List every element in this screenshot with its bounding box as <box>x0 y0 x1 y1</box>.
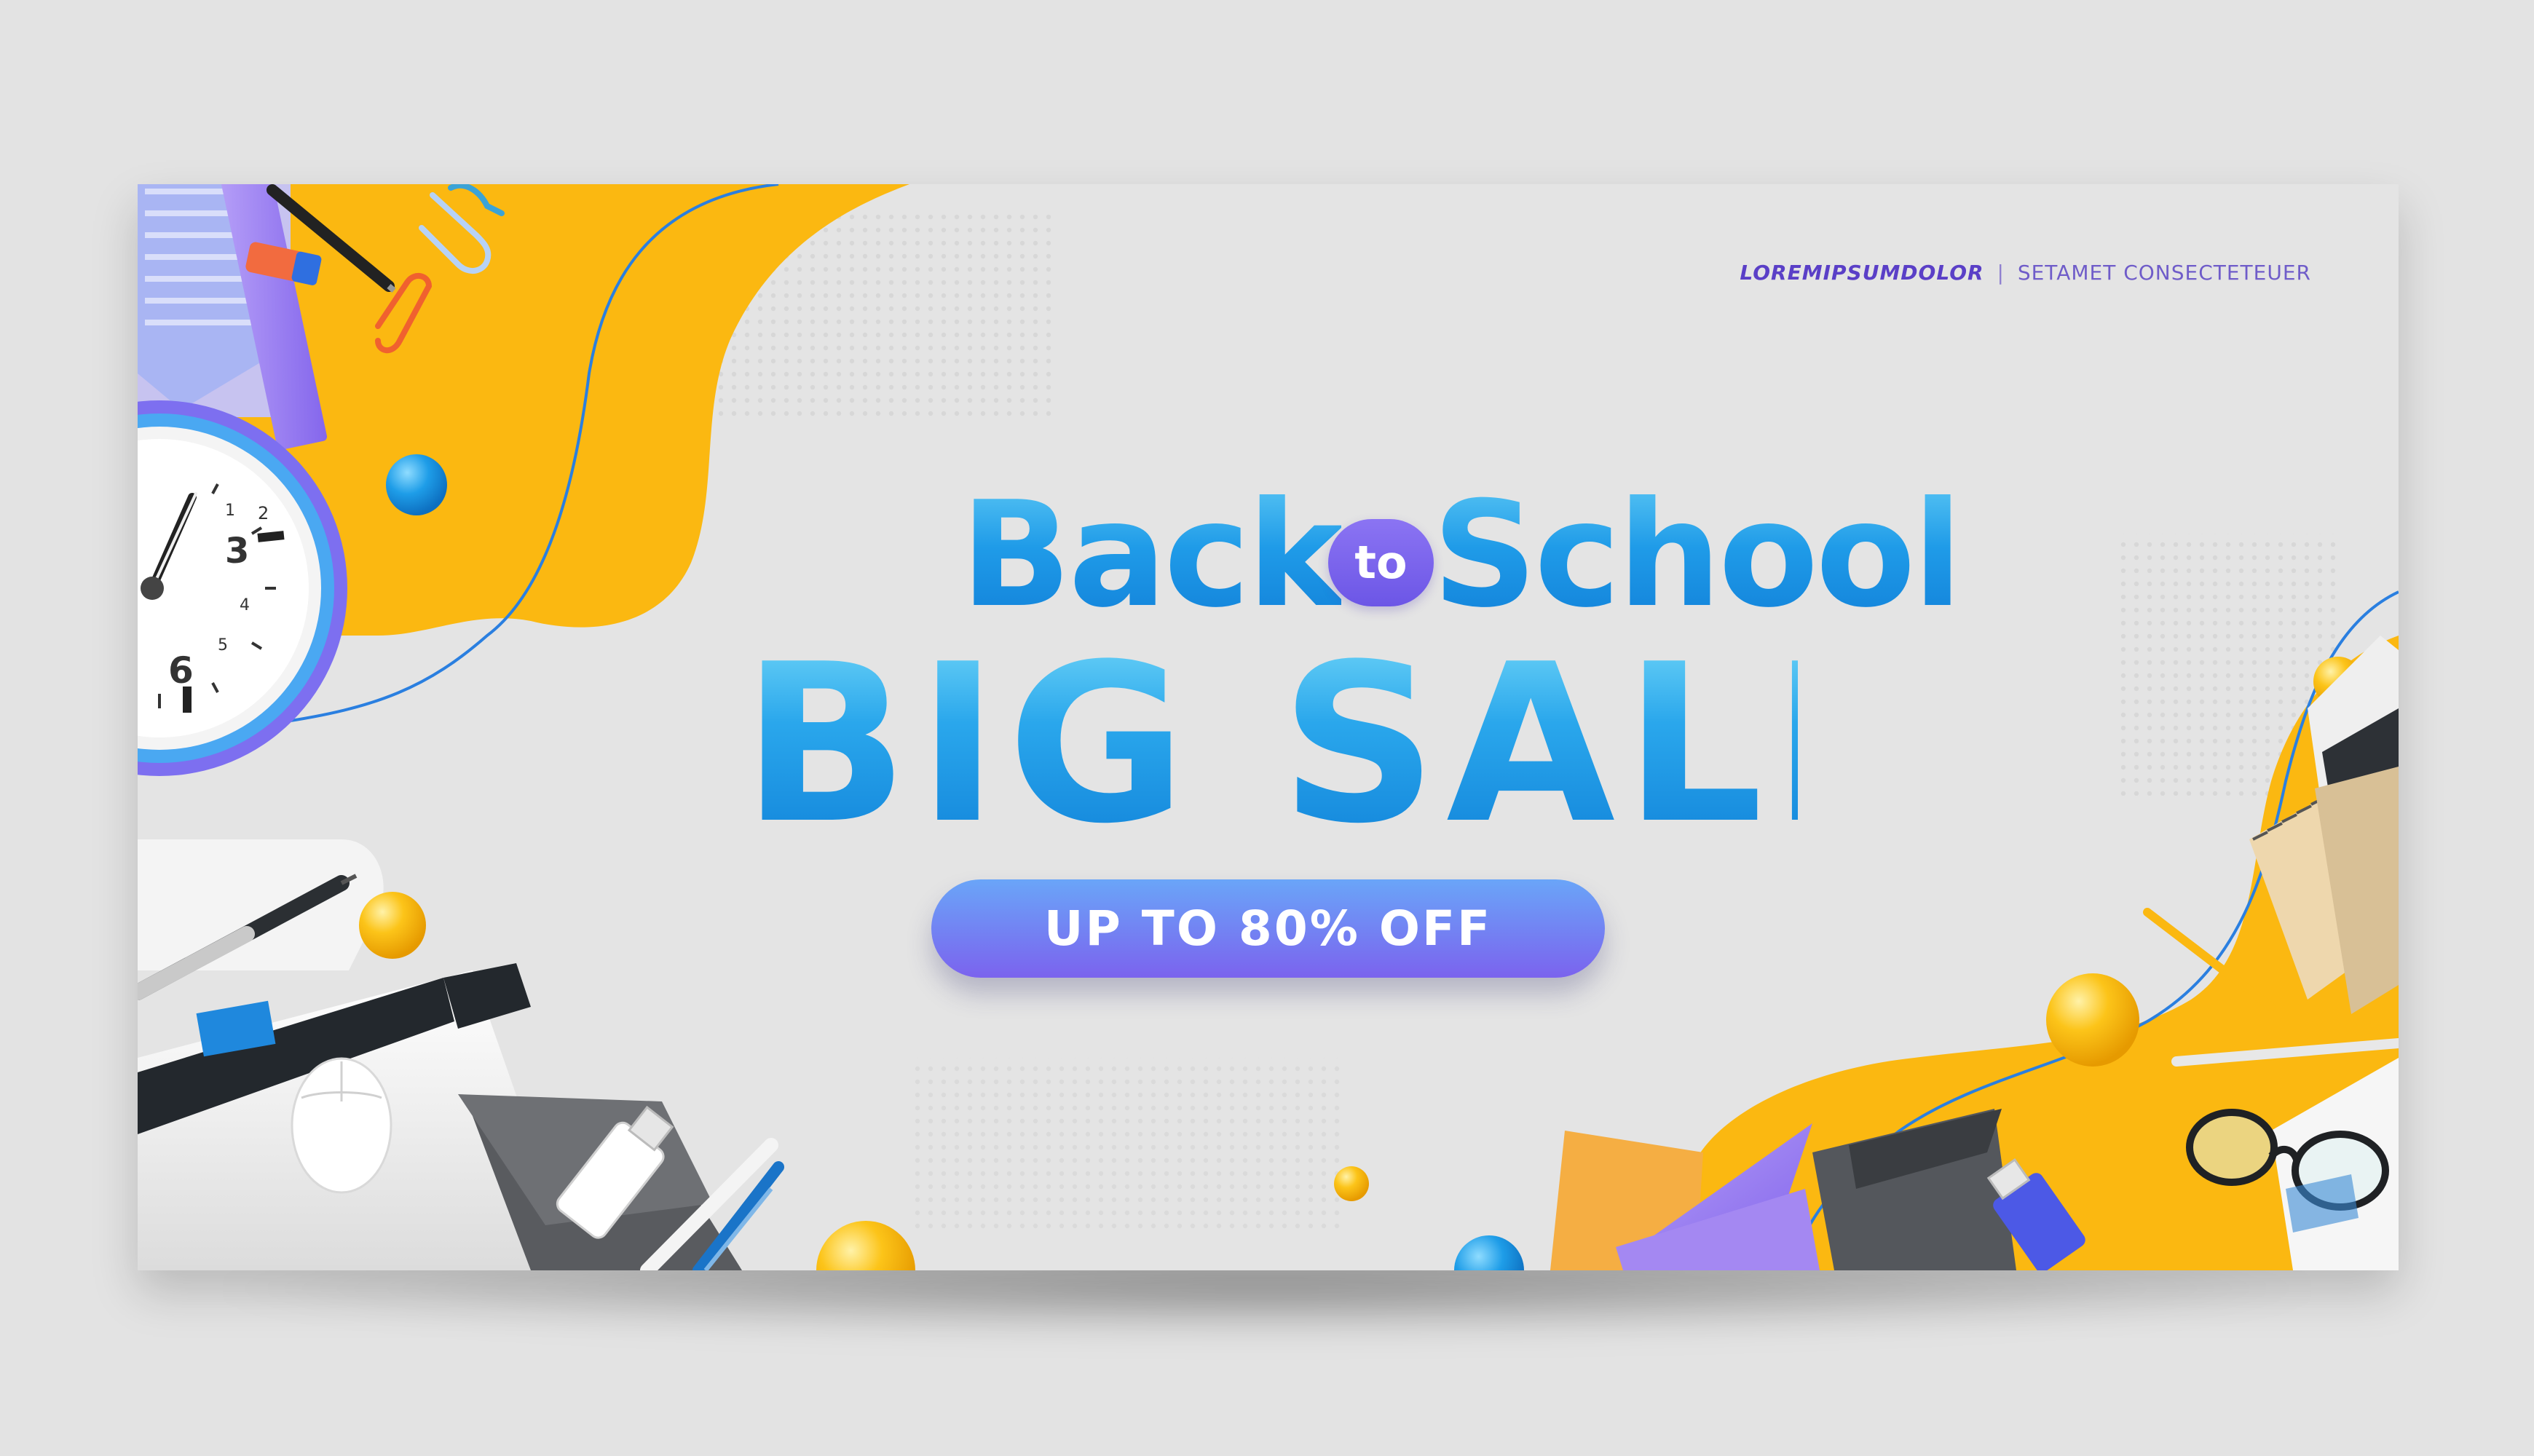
brand-name: LOREMIPSUMDOLOR <box>1740 261 1984 285</box>
headline-word-back: Back <box>960 470 1344 640</box>
blue-ball-bottom <box>1454 1235 1524 1270</box>
svg-text:3: 3 <box>225 531 249 571</box>
headline-big-sale: BIG SALE <box>742 617 1930 871</box>
small-yellow-ball <box>1334 1166 1369 1201</box>
headline-word-school: School <box>1432 470 1962 640</box>
yellow-ball-right <box>2046 973 2139 1067</box>
svg-text:4: 4 <box>240 596 250 614</box>
blue-ball <box>386 454 447 515</box>
brand-separator: | <box>1997 261 2005 285</box>
computer-mouse-icon <box>291 1057 392 1194</box>
halftone-dots-bottom <box>909 1058 1346 1233</box>
tablet-icon <box>138 839 538 1270</box>
brand-subtitle: SETAMET CONSECTETEUER <box>2017 261 2311 285</box>
svg-text:1: 1 <box>225 502 235 520</box>
brand-tagline: LOREMIPSUMDOLOR | SETAMET CONSECTETEUER <box>1740 261 2311 285</box>
svg-text:2: 2 <box>258 503 269 523</box>
yellow-ball-bottom <box>816 1221 915 1270</box>
headline-word-to: to <box>1328 519 1434 606</box>
svg-text:6: 6 <box>168 649 194 692</box>
svg-text:5: 5 <box>218 636 228 654</box>
sale-banner: 1 2 3 4 5 6 LOREMIPSUMDOLOR | SETAMET CO… <box>138 184 2399 1270</box>
yellow-ball <box>359 892 426 959</box>
offer-label: UP TO 80% OFF <box>1043 901 1493 957</box>
offer-button[interactable]: UP TO 80% OFF <box>931 879 1605 978</box>
